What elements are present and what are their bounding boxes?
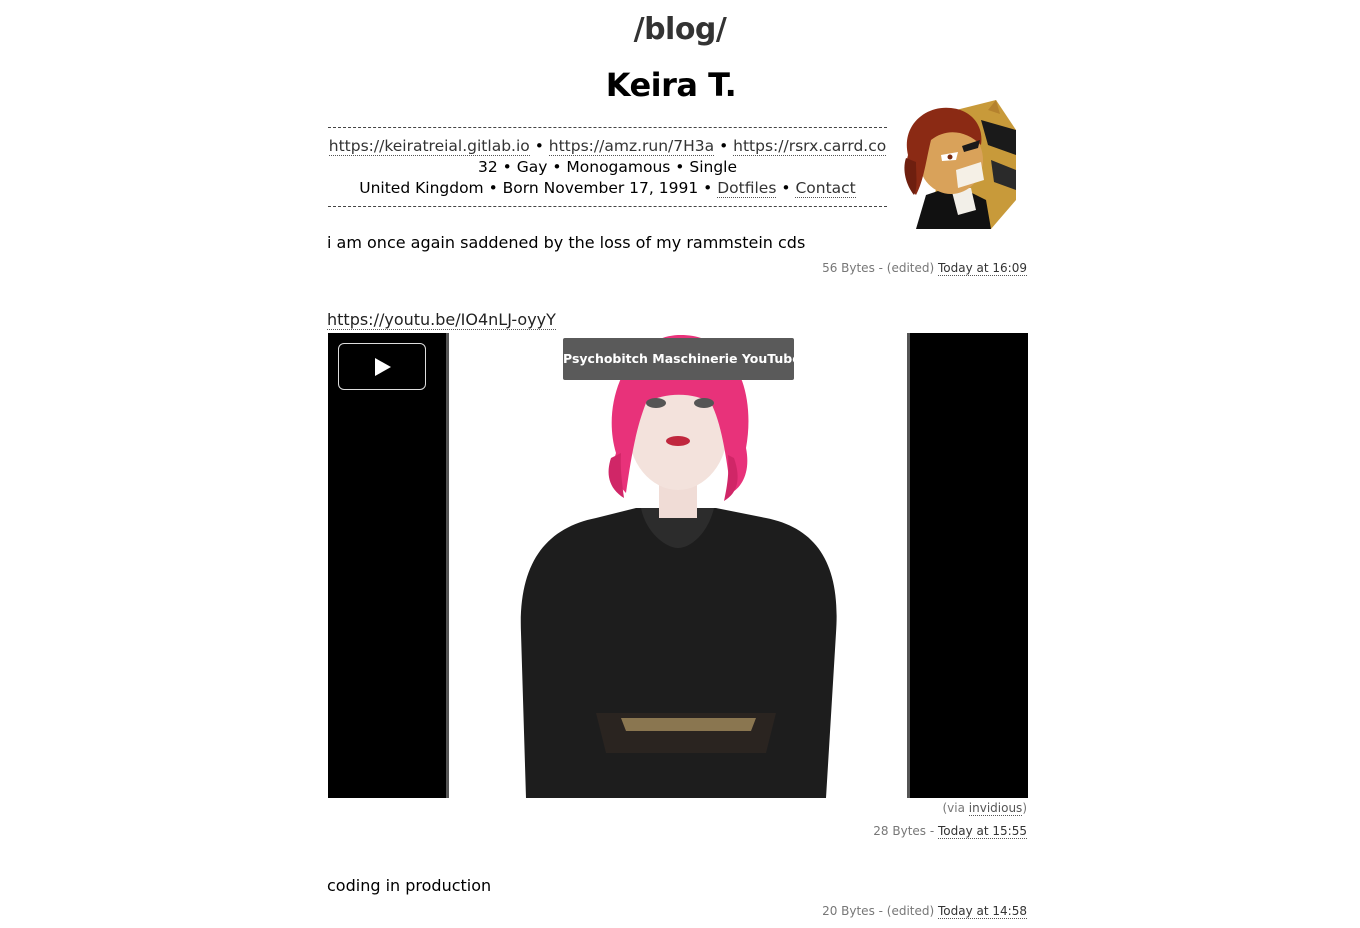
youtube-link[interactable]: https://youtu.be/IO4nLJ-oyyY [327,310,556,330]
separator: • [719,137,729,155]
post-link-row: https://youtu.be/IO4nLJ-oyyY [327,310,556,330]
post-timestamp-link[interactable]: Today at 14:58 [938,904,1027,919]
fox-character-avatar-icon [904,100,1016,229]
dotfiles-link[interactable]: Dotfiles [717,179,777,198]
post-size: 28 Bytes - [873,824,935,838]
via-suffix: ) [1022,801,1027,815]
link-carrd[interactable]: https://rsrx.carrd.co [733,137,887,156]
post-meta: 28 Bytes - Today at 15:55 [873,824,1027,839]
frame-edge [907,333,910,798]
video-embed[interactable]: Psychobitch Maschinerie YouTube [328,333,1028,798]
link-amz[interactable]: https://amz.run/7H3a [548,137,715,156]
profile-links-row: https://keiratreial.gitlab.io • https://… [328,136,887,157]
profile-box: https://keiratreial.gitlab.io • https://… [328,127,887,207]
post-text: coding in production [327,876,492,895]
video-title-overlay[interactable]: Psychobitch Maschinerie YouTube [563,338,801,380]
post-size: 20 Bytes - (edited) [822,904,935,918]
frame-edge [446,333,449,798]
play-button[interactable] [338,343,426,390]
via-prefix: (via [942,801,965,815]
play-icon [375,358,391,376]
separator: • [534,137,544,155]
post-timestamp-link[interactable]: Today at 15:55 [938,824,1027,839]
video-thumbnail-image [520,334,837,798]
post-timestamp-link[interactable]: Today at 16:09 [938,261,1027,276]
invidious-link[interactable]: invidious [968,801,1023,816]
post-size: 56 Bytes - (edited) [822,261,935,275]
location-text: United Kingdom • Born November 17, 1991 … [359,179,713,197]
blog-title: /blog/ [633,12,727,47]
post-meta: 20 Bytes - (edited) Today at 14:58 [822,904,1027,919]
video-thumbnail [446,333,910,798]
post-meta: 56 Bytes - (edited) Today at 16:09 [822,261,1027,276]
separator: • [781,179,791,197]
author-name: Keira T. [605,66,737,104]
post-text: i am once again saddened by the loss of … [327,233,806,252]
link-gitlab[interactable]: https://keiratreial.gitlab.io [328,137,530,156]
via-note: (via invidious) [942,801,1027,816]
profile-location-row: United Kingdom • Born November 17, 1991 … [328,178,887,199]
profile-info-line: 32 • Gay • Monogamous • Single [477,158,738,176]
contact-link[interactable]: Contact [795,179,856,198]
avatar [896,100,1016,229]
